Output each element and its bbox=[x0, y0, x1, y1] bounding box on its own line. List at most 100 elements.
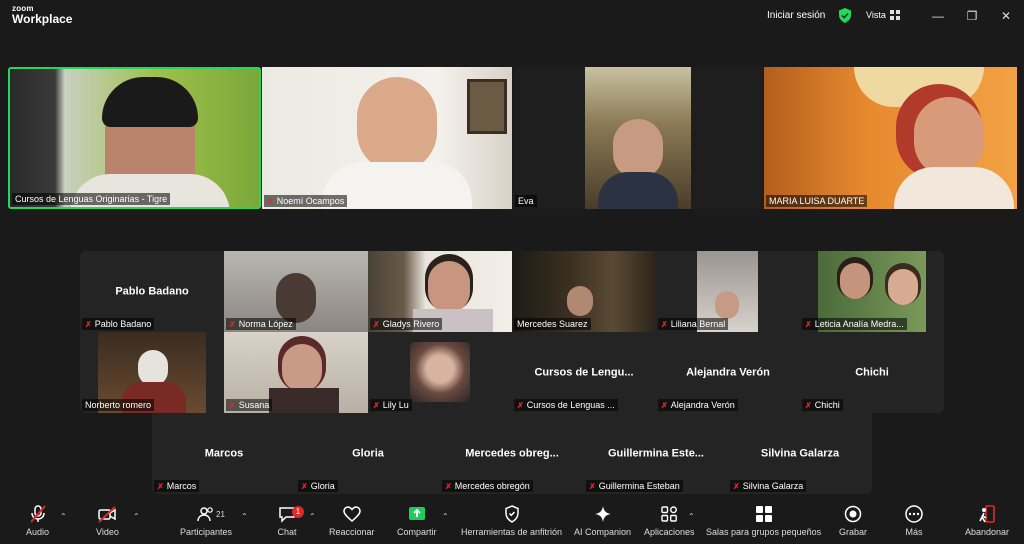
participant-name-tag: ✗ Leticia Analía Medra... bbox=[802, 318, 907, 330]
participant-display-name: Chichi bbox=[855, 365, 889, 378]
title-bar: zoom Workplace Iniciar sesión Vista — ❐ … bbox=[0, 0, 1024, 32]
zoom-logo: zoom Workplace bbox=[12, 5, 73, 26]
grid-view-icon bbox=[889, 10, 900, 20]
participant-video bbox=[10, 69, 259, 207]
breakout-rooms-label: Salas para grupos pequeños bbox=[706, 527, 822, 537]
muted-mic-icon: ✗ bbox=[229, 400, 236, 410]
apps-label: Aplicaciones bbox=[644, 527, 695, 537]
participant-name: Lily Lu bbox=[382, 400, 409, 410]
record-icon bbox=[844, 505, 862, 523]
more-button[interactable]: Más bbox=[904, 504, 924, 537]
participant-tile[interactable]: ✗ Gladys Rivero bbox=[368, 251, 512, 332]
muted-mic-icon: ✗ bbox=[733, 481, 740, 491]
participant-tile[interactable]: Guillermina Este... ✗ Guillermina Esteban bbox=[584, 413, 728, 494]
participant-tile[interactable]: Pablo Badano ✗ Pablo Badano bbox=[80, 251, 224, 332]
participant-name-tag: ✗ Silvina Galarza bbox=[730, 480, 807, 492]
sign-in-link[interactable]: Iniciar sesión bbox=[767, 10, 825, 21]
participant-tile[interactable]: ✗ Leticia Analía Medra... bbox=[800, 251, 944, 332]
participant-tile[interactable]: ✗ Norma López bbox=[224, 251, 368, 332]
participant-name-tag: ✗ Lily Lu bbox=[370, 399, 412, 411]
participant-tile[interactable]: Chichi ✗ Chichi bbox=[800, 332, 944, 413]
chat-options-caret[interactable]: ⌃ bbox=[309, 512, 316, 521]
react-button[interactable]: Reaccionar bbox=[329, 504, 375, 537]
participant-name: Alejandra Verón bbox=[670, 400, 735, 410]
participant-display-name: Marcos bbox=[204, 446, 244, 459]
participant-tile[interactable]: Mercedes Suarez bbox=[512, 251, 656, 332]
video-tile[interactable]: Eva bbox=[513, 67, 763, 209]
muted-mic-icon: ✗ bbox=[373, 319, 380, 329]
participant-name: Mercedes Suarez bbox=[517, 319, 588, 329]
audio-options-caret[interactable]: ⌃ bbox=[60, 512, 67, 521]
participant-tile[interactable]: Alejandra Verón ✗ Alejandra Verón bbox=[656, 332, 800, 413]
video-button[interactable]: Video bbox=[96, 504, 119, 537]
participant-name-tag: ✗ Marcos bbox=[154, 480, 200, 492]
participant-tile[interactable]: Gloria ✗ Gloria bbox=[296, 413, 440, 494]
participant-tile[interactable]: Silvina Galarza ✗ Silvina Galarza bbox=[728, 413, 872, 494]
host-tools-button[interactable]: Herramientas de anfitrión bbox=[461, 504, 562, 537]
muted-mic-icon: ✗ bbox=[445, 481, 452, 491]
muted-mic-icon: ✗ bbox=[157, 481, 164, 491]
participants-count: 21 bbox=[216, 510, 225, 519]
breakout-rooms-button[interactable]: Salas para grupos pequeños bbox=[706, 504, 821, 537]
camera-off-icon bbox=[98, 506, 117, 523]
participant-tile[interactable]: Cursos de Lengu... ✗ Cursos de Lenguas ..… bbox=[512, 332, 656, 413]
video-label: Video bbox=[96, 527, 119, 537]
participant-tile[interactable]: ✗ Lily Lu bbox=[368, 332, 512, 413]
close-icon[interactable]: ✕ bbox=[998, 8, 1014, 24]
video-tile[interactable]: Cursos de Lenguas Originarias - Tigre bbox=[8, 67, 261, 209]
share-button[interactable]: Compartir bbox=[397, 504, 437, 537]
muted-mic-icon: ✗ bbox=[661, 400, 668, 410]
participant-name: Eva bbox=[518, 196, 534, 206]
view-label: Vista bbox=[866, 10, 886, 20]
react-label: Reaccionar bbox=[329, 527, 375, 537]
participant-display-name: Guillermina Este... bbox=[608, 446, 704, 459]
muted-mic-icon: ✗ bbox=[805, 400, 812, 410]
participant-tile[interactable]: ✗ Susana bbox=[224, 332, 368, 413]
shield-check-icon[interactable] bbox=[838, 8, 852, 23]
logo-big: Workplace bbox=[12, 12, 73, 26]
muted-mic-icon: ✗ bbox=[805, 319, 812, 329]
chat-label: Chat bbox=[277, 527, 297, 537]
ai-companion-button[interactable]: AI Companion bbox=[574, 504, 631, 537]
restore-icon[interactable]: ❐ bbox=[964, 8, 980, 24]
participant-name-tag: ✗ Norma López bbox=[226, 318, 296, 330]
minimize-icon[interactable]: — bbox=[930, 8, 946, 24]
participant-tile[interactable]: Norberto romero bbox=[80, 332, 224, 413]
participant-video bbox=[764, 67, 1017, 209]
participant-name: Guillermina Esteban bbox=[598, 481, 680, 491]
participant-name-tag: ✗ Gladys Rivero bbox=[370, 318, 443, 330]
video-tile[interactable]: MARIA LUISA DUARTE bbox=[764, 67, 1017, 209]
muted-mic-icon: ✗ bbox=[85, 319, 92, 329]
video-options-caret[interactable]: ⌃ bbox=[133, 512, 140, 521]
audio-button[interactable]: Audio bbox=[26, 504, 49, 537]
share-options-caret[interactable]: ⌃ bbox=[442, 512, 449, 521]
leave-button[interactable]: Abandonar bbox=[965, 504, 1009, 537]
sparkle-icon bbox=[594, 506, 611, 522]
participant-name-tag: ✗ Susana bbox=[226, 399, 273, 411]
shield-icon bbox=[504, 505, 519, 523]
participant-name: Cursos de Lenguas Originarias - Tigre bbox=[15, 194, 168, 204]
participant-name: MARIA LUISA DUARTE bbox=[769, 196, 865, 206]
video-tile[interactable]: ✗ Noemí Ocampos bbox=[262, 67, 512, 209]
record-button[interactable]: Grabar bbox=[839, 504, 867, 537]
participant-tile[interactable]: ✗ Liliana Bernal bbox=[656, 251, 800, 332]
participant-tile[interactable]: Marcos ✗ Marcos bbox=[152, 413, 296, 494]
apps-button[interactable]: Aplicaciones bbox=[644, 504, 695, 537]
participants-options-caret[interactable]: ⌃ bbox=[241, 512, 248, 521]
mic-muted-icon bbox=[29, 505, 46, 523]
host-tools-label: Herramientas de anfitrión bbox=[461, 527, 563, 537]
participant-display-name: Pablo Badano bbox=[115, 284, 189, 297]
view-button[interactable]: Vista bbox=[866, 10, 900, 20]
participant-name-tag: ✗ Cursos de Lenguas ... bbox=[514, 399, 618, 411]
apps-options-caret[interactable]: ⌃ bbox=[688, 512, 695, 521]
participant-video bbox=[262, 67, 512, 209]
breakout-rooms-icon bbox=[755, 506, 772, 522]
participant-name-tag: MARIA LUISA DUARTE bbox=[766, 195, 868, 207]
participant-name: Chichi bbox=[814, 400, 840, 410]
participant-display-name: Mercedes obreg... bbox=[465, 446, 559, 459]
meeting-toolbar: Audio ⌃ Video ⌃ Participantes 21 ⌃ Chat … bbox=[0, 500, 1024, 544]
participants-button[interactable]: Participantes bbox=[180, 504, 232, 537]
participant-tile[interactable]: Mercedes obreg... ✗ Mercedes obregón bbox=[440, 413, 584, 494]
participant-name-tag: ✗ Noemí Ocampos bbox=[264, 195, 348, 207]
participant-name: Noemí Ocampos bbox=[276, 196, 345, 206]
